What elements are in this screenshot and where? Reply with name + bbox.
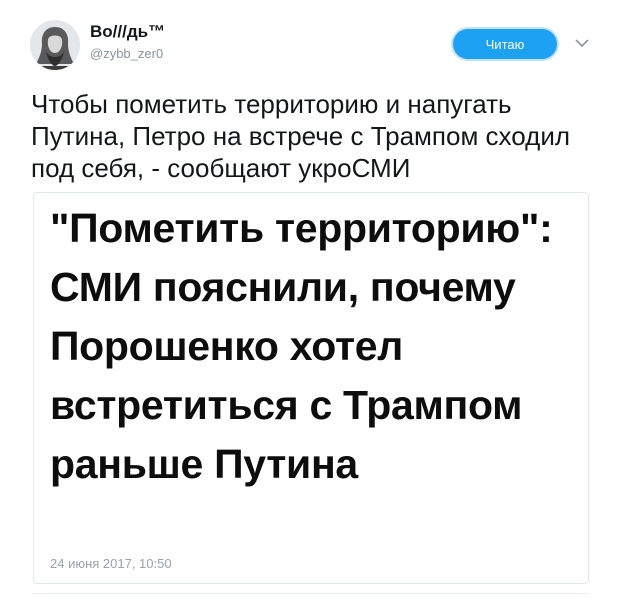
- username[interactable]: @zybb_zer0: [90, 46, 163, 61]
- chevron-down-icon[interactable]: [575, 38, 589, 48]
- card-date: 24 июня 2017, 10:50: [50, 556, 172, 571]
- card-headline: "Пометить территорию": СМИ пояснили, поч…: [50, 205, 553, 487]
- tweet-text: Чтобы пометить территорию и напугать Пут…: [31, 89, 571, 183]
- divider: [33, 593, 589, 594]
- link-card[interactable]: "Пометить территорию": СМИ пояснили, поч…: [33, 192, 589, 584]
- following-button[interactable]: Читаю: [453, 29, 557, 59]
- display-name[interactable]: Во///дь™: [90, 22, 165, 42]
- avatar[interactable]: [30, 20, 80, 70]
